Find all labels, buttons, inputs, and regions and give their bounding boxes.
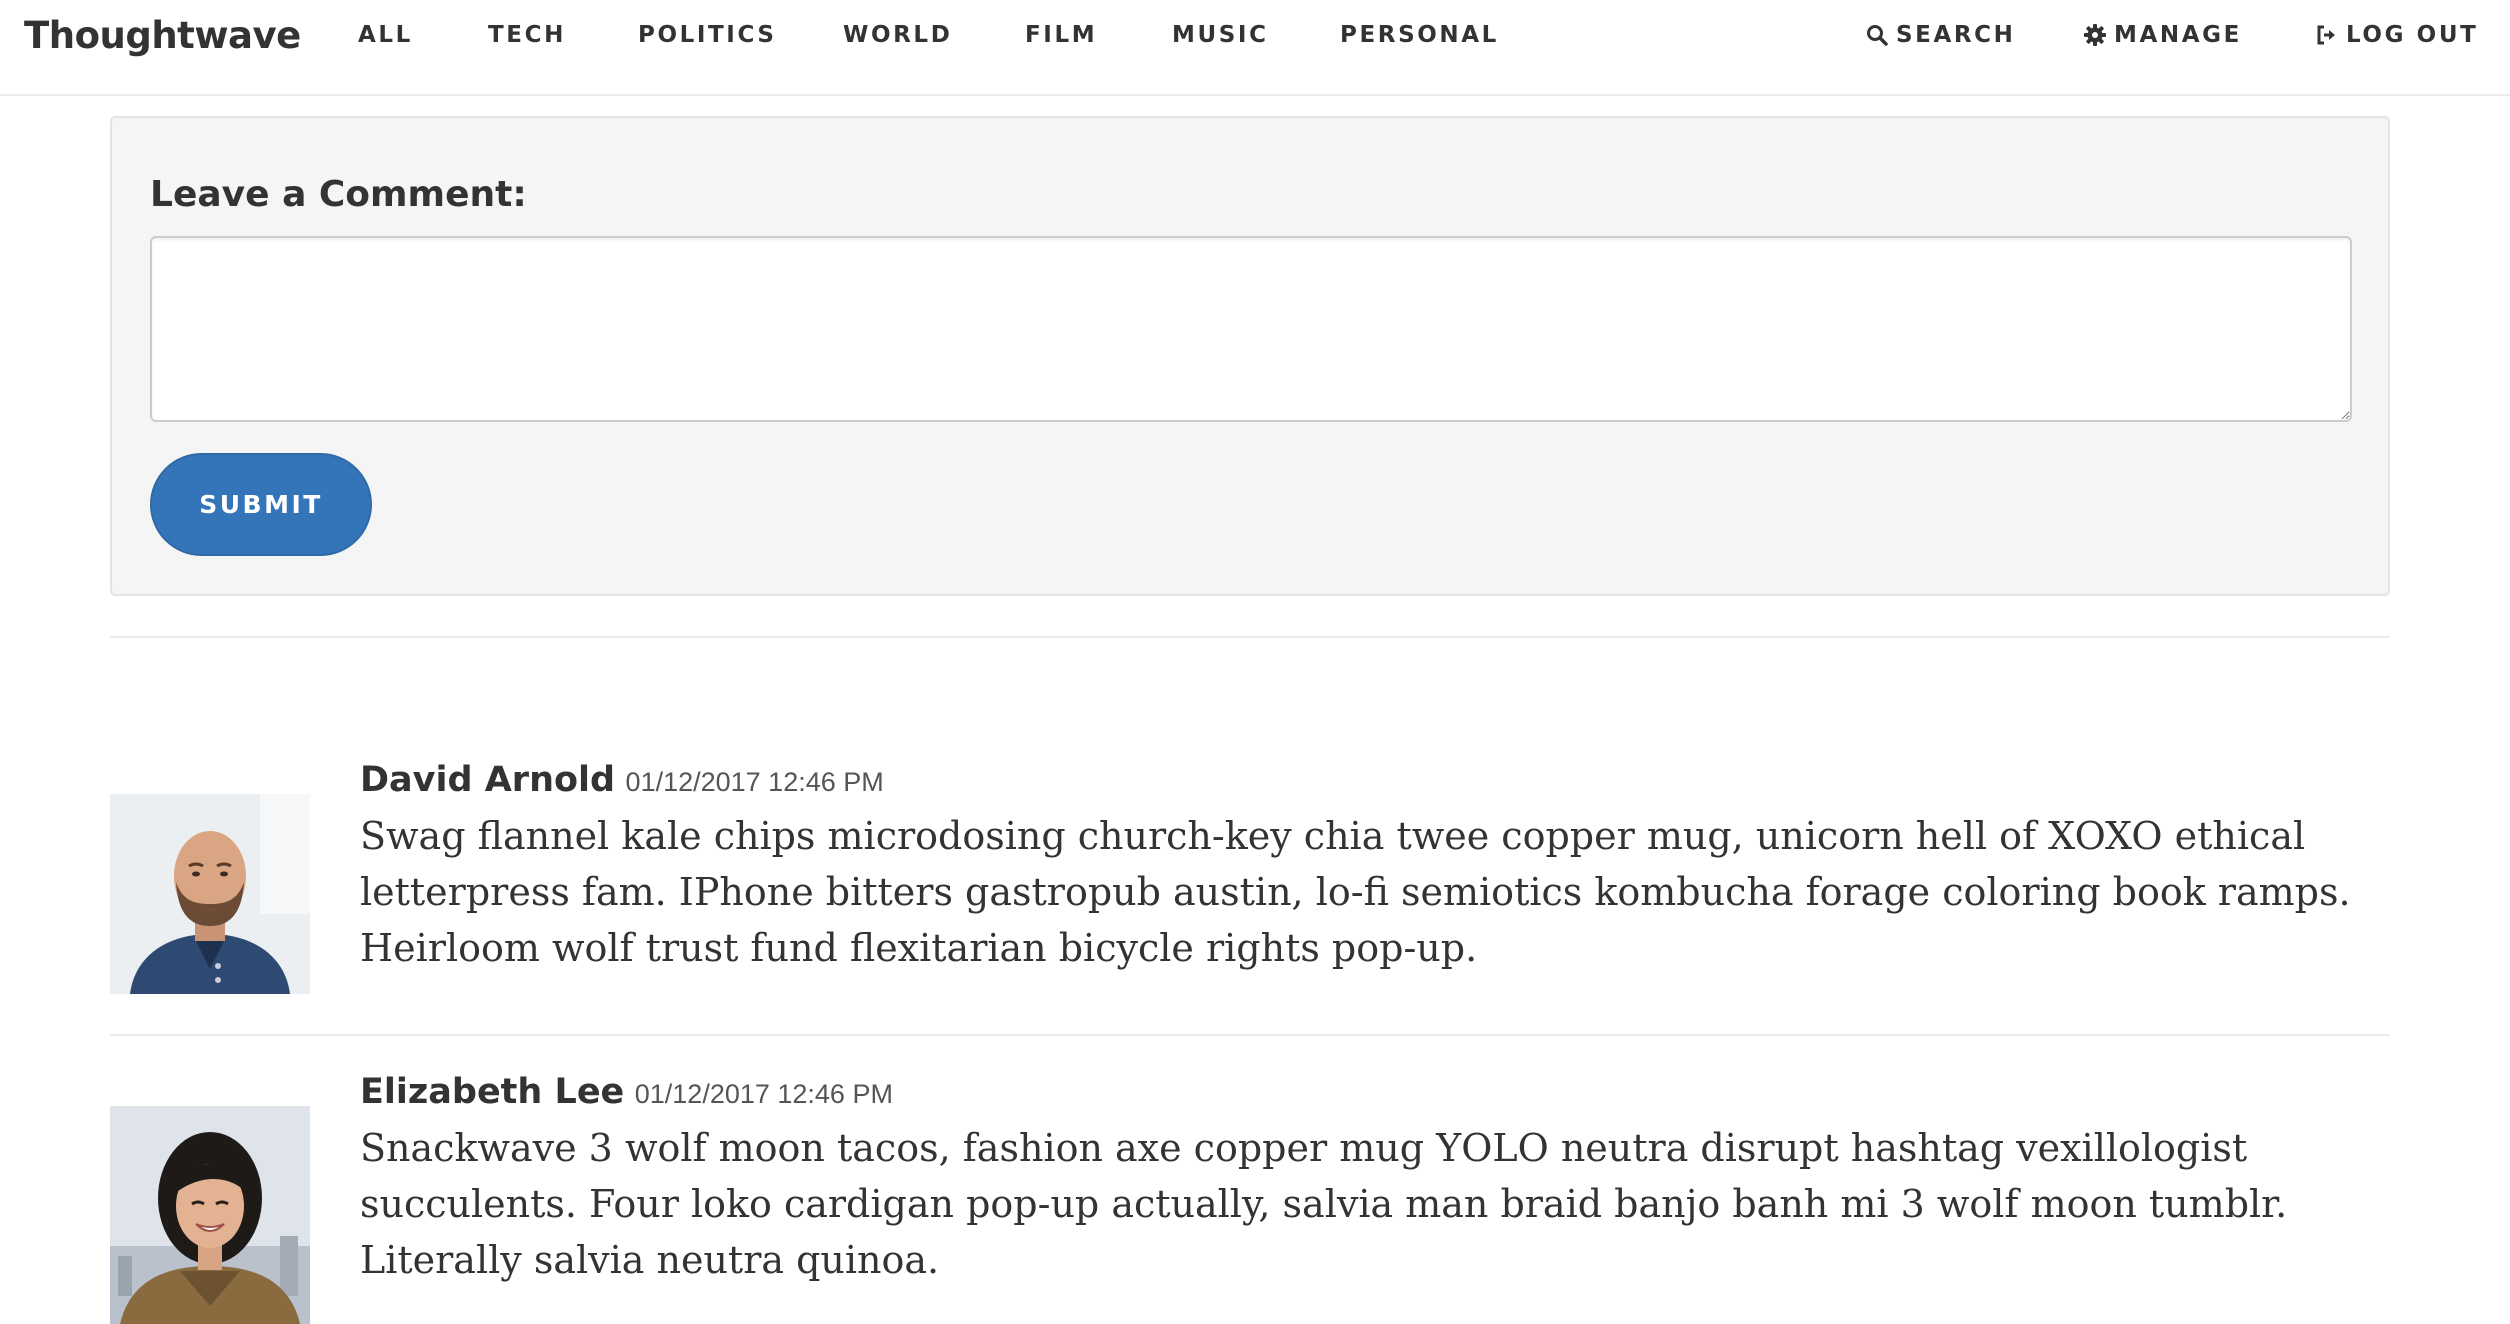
comment-body: David Arnold 01/12/2017 12:46 PM Swag fl… <box>360 760 2390 976</box>
comment-label: Leave a Comment: <box>150 174 527 215</box>
search-label: SEARCH <box>1896 22 2016 48</box>
nav-link-world[interactable]: WORLD <box>843 22 952 48</box>
nav-link-all[interactable]: ALL <box>358 22 413 48</box>
search-link[interactable]: SEARCH <box>1866 22 2016 48</box>
comment-textarea[interactable] <box>150 236 2352 422</box>
gear-icon <box>2084 24 2106 46</box>
comment-timestamp: 01/12/2017 12:46 PM <box>625 767 884 797</box>
avatar-photo-david <box>110 794 310 994</box>
comment-text: Snackwave 3 wolf moon tacos, fashion axe… <box>360 1126 2288 1282</box>
divider <box>110 1034 2390 1036</box>
submit-button[interactable]: SUBMIT <box>150 453 372 556</box>
nav-link-tech[interactable]: TECH <box>488 22 566 48</box>
nav-link-film[interactable]: FILM <box>1025 22 1097 48</box>
top-navbar: Thoughtwave ALL TECH POLITICS WORLD FILM… <box>0 0 2510 96</box>
nav-link-politics[interactable]: POLITICS <box>638 22 777 48</box>
divider <box>110 636 2390 638</box>
avatar-photo-elizabeth <box>110 1106 310 1324</box>
comment-body: Elizabeth Lee 01/12/2017 12:46 PM Snackw… <box>360 1072 2390 1288</box>
logout-icon <box>2316 24 2338 46</box>
nav-link-personal[interactable]: PERSONAL <box>1340 22 1499 48</box>
nav-link-music[interactable]: MUSIC <box>1172 22 1269 48</box>
comment-form-panel: Leave a Comment: SUBMIT <box>110 116 2390 596</box>
avatar <box>110 1106 310 1324</box>
avatar <box>110 794 310 994</box>
logout-link[interactable]: LOG OUT <box>2316 22 2478 48</box>
logout-label: LOG OUT <box>2346 22 2479 48</box>
comment-author[interactable]: Elizabeth Lee <box>360 1072 624 1112</box>
comment-header: David Arnold 01/12/2017 12:46 PM <box>360 760 2390 800</box>
comment-author[interactable]: David Arnold <box>360 760 615 800</box>
manage-link[interactable]: MANAGE <box>2084 22 2242 48</box>
site-brand[interactable]: Thoughtwave <box>24 14 301 57</box>
comment-text: Swag flannel kale chips microdosing chur… <box>360 814 2351 970</box>
manage-label: MANAGE <box>2114 22 2242 48</box>
comment-header: Elizabeth Lee 01/12/2017 12:46 PM <box>360 1072 2390 1112</box>
comment-timestamp: 01/12/2017 12:46 PM <box>634 1079 893 1109</box>
search-icon <box>1866 24 1888 46</box>
